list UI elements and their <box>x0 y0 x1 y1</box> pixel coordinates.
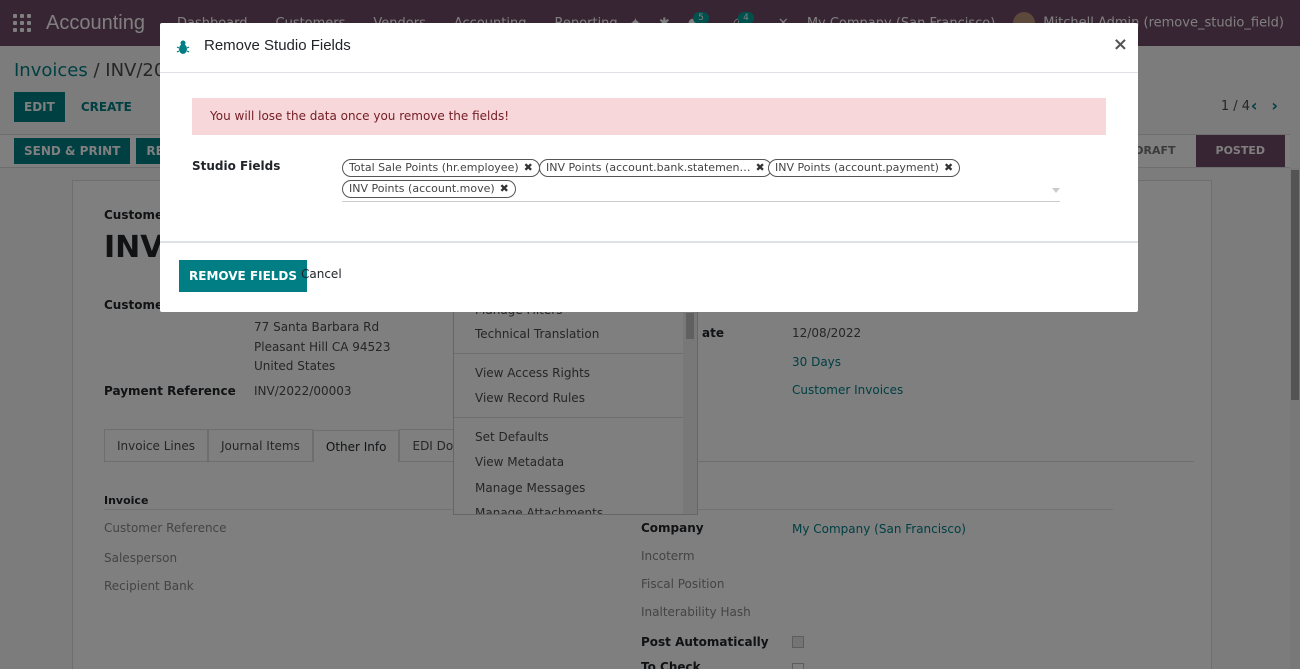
tag-label: INV Points (account.bank.statemen… <box>546 161 751 174</box>
dropdown-caret-icon[interactable] <box>1052 188 1060 193</box>
remove-tag-icon[interactable]: ✖ <box>756 161 765 174</box>
tag-inv-points-bank-statement: INV Points (account.bank.statemen… ✖ <box>539 159 772 177</box>
cancel-button[interactable]: Cancel <box>301 267 342 281</box>
tag-total-sale-points: Total Sale Points (hr.employee) ✖ <box>342 159 540 177</box>
tag-inv-points-move: INV Points (account.move) ✖ <box>342 180 516 198</box>
remove-tag-icon[interactable]: ✖ <box>944 161 953 174</box>
dialog-header: Remove Studio Fields × <box>160 23 1138 73</box>
bug-icon <box>176 40 190 54</box>
warning-alert: You will lose the data once you remove t… <box>192 98 1106 135</box>
dialog-title: Remove Studio Fields <box>204 37 351 54</box>
remove-studio-fields-dialog: Remove Studio Fields × You will lose the… <box>160 23 1138 312</box>
remove-fields-button[interactable]: REMOVE FIELDS <box>179 260 308 292</box>
studio-fields-label: Studio Fields <box>192 159 281 173</box>
tag-inv-points-payment: INV Points (account.payment) ✖ <box>768 159 961 177</box>
tag-label: INV Points (account.payment) <box>775 161 939 174</box>
tag-label: Total Sale Points (hr.employee) <box>349 161 519 174</box>
remove-tag-icon[interactable]: ✖ <box>500 182 509 195</box>
tag-label: INV Points (account.move) <box>349 182 495 195</box>
remove-tag-icon[interactable]: ✖ <box>524 161 533 174</box>
close-icon[interactable]: × <box>1113 34 1128 55</box>
dialog-footer: REMOVE FIELDS Cancel <box>160 241 1138 312</box>
studio-fields-input[interactable]: Total Sale Points (hr.employee) ✖ INV Poi… <box>342 158 1060 202</box>
